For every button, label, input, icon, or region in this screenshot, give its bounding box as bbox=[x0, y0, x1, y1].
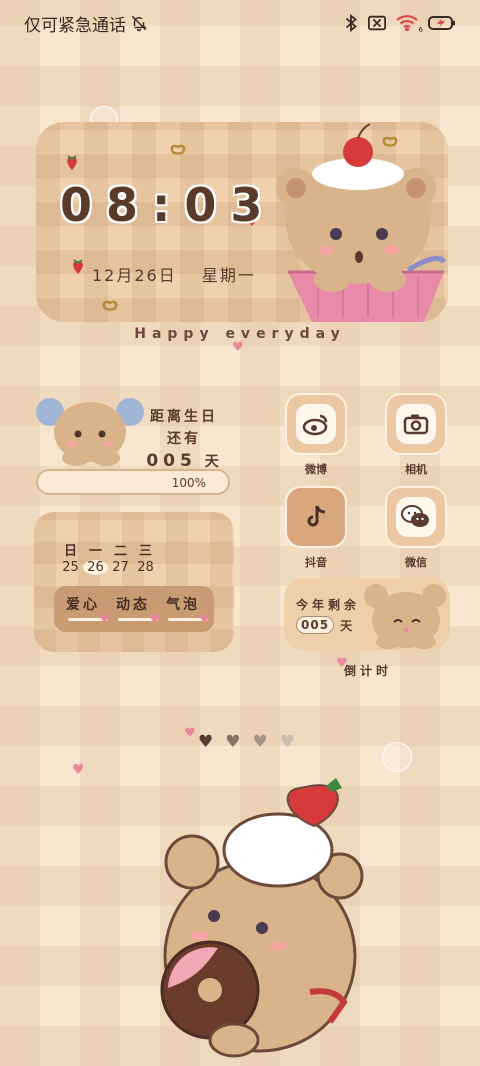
weekday-label: 一 bbox=[88, 544, 102, 559]
countdown-widget[interactable]: 今年剩余 005 天 bbox=[284, 578, 450, 650]
heart-icon: ♥ bbox=[184, 726, 196, 741]
heart-icon: ♥ bbox=[99, 612, 110, 626]
wifi-icon: 6 bbox=[396, 15, 423, 34]
countdown-days-row: 005 天 bbox=[296, 616, 352, 634]
heart-icon: ♥ bbox=[149, 612, 160, 626]
app-weibo[interactable]: 微博 bbox=[276, 393, 356, 477]
page-dot[interactable]: ♥ bbox=[225, 732, 240, 752]
love-slider[interactable]: ♥ bbox=[68, 612, 110, 626]
wechat-app-icon[interactable] bbox=[385, 486, 447, 548]
bell-off-icon bbox=[131, 15, 147, 32]
bear-donut-illustration bbox=[160, 778, 364, 1058]
countdown-line1: 今年剩余 bbox=[296, 598, 361, 612]
heart-icon: ♥ bbox=[72, 762, 85, 778]
bubble-decoration bbox=[382, 742, 412, 772]
birthday-line2: 还有 bbox=[167, 431, 201, 447]
camera-icon bbox=[403, 414, 429, 435]
pretzel-icon bbox=[102, 300, 118, 311]
countdown-unit: 天 bbox=[340, 618, 353, 633]
no-sim-icon bbox=[368, 15, 386, 31]
weekday-label: 三 bbox=[138, 544, 152, 559]
calendar-date: 28 bbox=[137, 560, 154, 575]
countdown-days: 005 bbox=[296, 616, 335, 634]
tiktok-icon bbox=[307, 505, 326, 527]
strawberry-icon bbox=[67, 155, 77, 170]
pretzel-icon bbox=[382, 136, 398, 147]
calendar-date: 25 bbox=[62, 560, 79, 575]
calendar-dates: 25 26 27 28 bbox=[58, 560, 158, 575]
bluetooth-icon bbox=[345, 14, 357, 32]
birthday-text: 距离生日 还有 005 天 bbox=[146, 406, 222, 473]
bear-peek-illustration bbox=[364, 584, 446, 649]
strawberry-icon bbox=[73, 259, 83, 274]
app-wechat[interactable]: 微信 bbox=[376, 486, 456, 570]
app-camera[interactable]: 相机 bbox=[376, 393, 456, 477]
birthday-line1: 距离生日 bbox=[150, 409, 218, 425]
birthday-progress-bar: 100% bbox=[36, 469, 230, 495]
toggle-panel: 爱心 动态 气泡 ♥ ♥ ♥ bbox=[54, 586, 214, 632]
toggle-label-bubble: 气泡 bbox=[166, 597, 200, 613]
bear-cupcake-illustration bbox=[276, 123, 447, 322]
app-label: 微信 bbox=[405, 556, 427, 569]
page-dot[interactable]: ♥ bbox=[280, 732, 295, 752]
birthday-progress-label: 100% bbox=[171, 476, 206, 490]
weibo-icon bbox=[302, 414, 328, 436]
birthday-days: 005 bbox=[146, 451, 197, 471]
weekday-label: 日 bbox=[63, 544, 77, 559]
wifi-badge: 6 bbox=[418, 26, 423, 34]
status-left: 仅可紧急通话 bbox=[24, 11, 148, 36]
page-dot-active[interactable]: ♥ bbox=[198, 732, 213, 752]
heart-icon: ♥ bbox=[199, 612, 210, 626]
app-tiktok[interactable]: 抖音 bbox=[276, 486, 356, 570]
clock-date: 12月26日 星期一 bbox=[92, 262, 256, 286]
bubble-slider[interactable]: ♥ bbox=[168, 612, 210, 626]
app-label: 微博 bbox=[305, 463, 327, 476]
calendar-date-today: 26 bbox=[83, 560, 108, 575]
status-right: 6 bbox=[344, 14, 456, 34]
date-text: 12月26日 bbox=[92, 266, 177, 285]
dynamic-slider[interactable]: ♥ bbox=[118, 612, 160, 626]
weekday-label: 二 bbox=[113, 544, 127, 559]
toggle-label-dynamic: 动态 bbox=[116, 597, 150, 613]
countdown-caption: 倒计时 bbox=[344, 664, 393, 678]
tiktok-app-icon[interactable] bbox=[285, 486, 347, 548]
wechat-icon bbox=[401, 505, 429, 527]
birthday-days-unit: 天 bbox=[204, 454, 222, 470]
bear-bonnet-illustration bbox=[36, 398, 144, 466]
app-label: 抖音 bbox=[305, 556, 327, 569]
calendar-weekdays: 日 一 二 三 bbox=[58, 540, 158, 559]
app-label: 相机 bbox=[405, 463, 427, 476]
heart-icon: ♥ bbox=[232, 340, 244, 355]
clock-time: 08:03 bbox=[60, 178, 277, 232]
status-bar: 仅可紧急通话 6 bbox=[24, 10, 456, 36]
calendar-widget[interactable]: 日 一 二 三 25 26 27 28 爱心 动态 气泡 ♥ ♥ ♥ bbox=[34, 512, 234, 652]
weekday-text: 星期一 bbox=[201, 266, 256, 285]
camera-app-icon[interactable] bbox=[385, 393, 447, 455]
calendar-date: 27 bbox=[112, 560, 129, 575]
toggle-label-love: 爱心 bbox=[66, 597, 100, 613]
page-dot[interactable]: ♥ bbox=[253, 732, 268, 752]
battery-charging-icon bbox=[428, 16, 455, 30]
page-indicator[interactable]: ♥ ♥ ♥ ♥ bbox=[198, 732, 295, 752]
pretzel-icon bbox=[170, 144, 186, 155]
weibo-app-icon[interactable] bbox=[285, 393, 347, 455]
carrier-status-text: 仅可紧急通话 bbox=[24, 15, 126, 36]
